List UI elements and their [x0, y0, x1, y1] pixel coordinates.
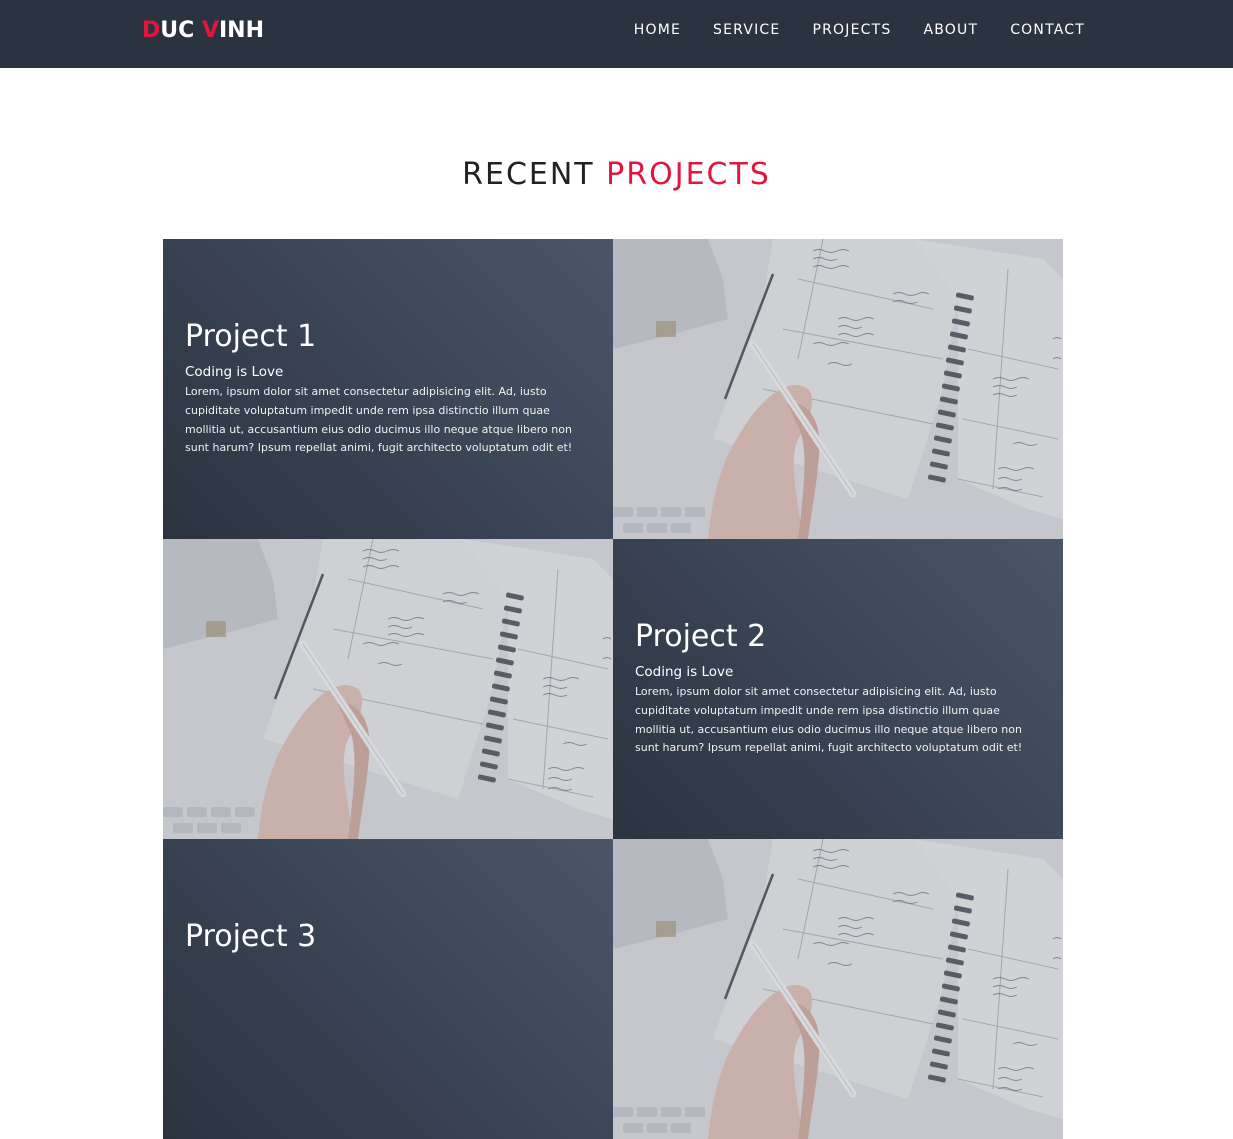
project-row: Project 2 Coding is Love Lorem, ipsum do…	[163, 539, 1063, 839]
project-title: Project 3	[185, 919, 317, 954]
brand-text: UC	[160, 18, 202, 43]
brand-accent-letter: V	[201, 18, 219, 43]
nav-contact[interactable]: CONTACT	[1010, 21, 1085, 39]
nav-service[interactable]: SERVICE	[713, 21, 780, 39]
project-card[interactable]: Project 3	[163, 839, 613, 1139]
project-card[interactable]: Project 1 Coding is Love Lorem, ipsum do…	[163, 239, 613, 539]
project-row: Project 3	[163, 839, 1063, 1139]
project-title: Project 2	[635, 619, 767, 654]
project-subtitle: Coding is Love	[635, 664, 734, 680]
project-image	[613, 839, 1063, 1139]
project-image	[163, 539, 613, 839]
notebook-photo	[613, 239, 1063, 539]
brand-logo[interactable]: DUC VINH	[142, 17, 264, 45]
nav-about[interactable]: ABOUT	[923, 21, 978, 39]
nav-home[interactable]: HOME	[634, 21, 681, 39]
project-description: Lorem, ipsum dolor sit amet consectetur …	[185, 385, 573, 455]
notebook-photo	[163, 539, 613, 839]
project-row: Project 1 Coding is Love Lorem, ipsum do…	[163, 239, 1063, 539]
section-title-plain: RECENT	[462, 157, 607, 192]
section-title: RECENT PROJECTS	[0, 157, 1233, 193]
section-title-accent: PROJECTS	[606, 157, 771, 192]
projects-grid: Project 1 Coding is Love Lorem, ipsum do…	[163, 239, 1063, 1139]
project-title: Project 1	[185, 319, 317, 354]
brand-accent-letter: D	[142, 18, 161, 43]
project-image	[613, 239, 1063, 539]
project-card[interactable]: Project 2 Coding is Love Lorem, ipsum do…	[613, 539, 1063, 839]
navbar: DUC VINH HOME SERVICE PROJECTS ABOUT CON…	[0, 0, 1233, 68]
notebook-photo	[613, 839, 1063, 1139]
project-subtitle: Coding is Love	[185, 364, 284, 380]
main-nav: HOME SERVICE PROJECTS ABOUT CONTACT	[602, 21, 1085, 39]
nav-projects[interactable]: PROJECTS	[812, 21, 891, 39]
project-description: Lorem, ipsum dolor sit amet consectetur …	[635, 685, 1023, 755]
brand-text: INH	[218, 18, 264, 43]
